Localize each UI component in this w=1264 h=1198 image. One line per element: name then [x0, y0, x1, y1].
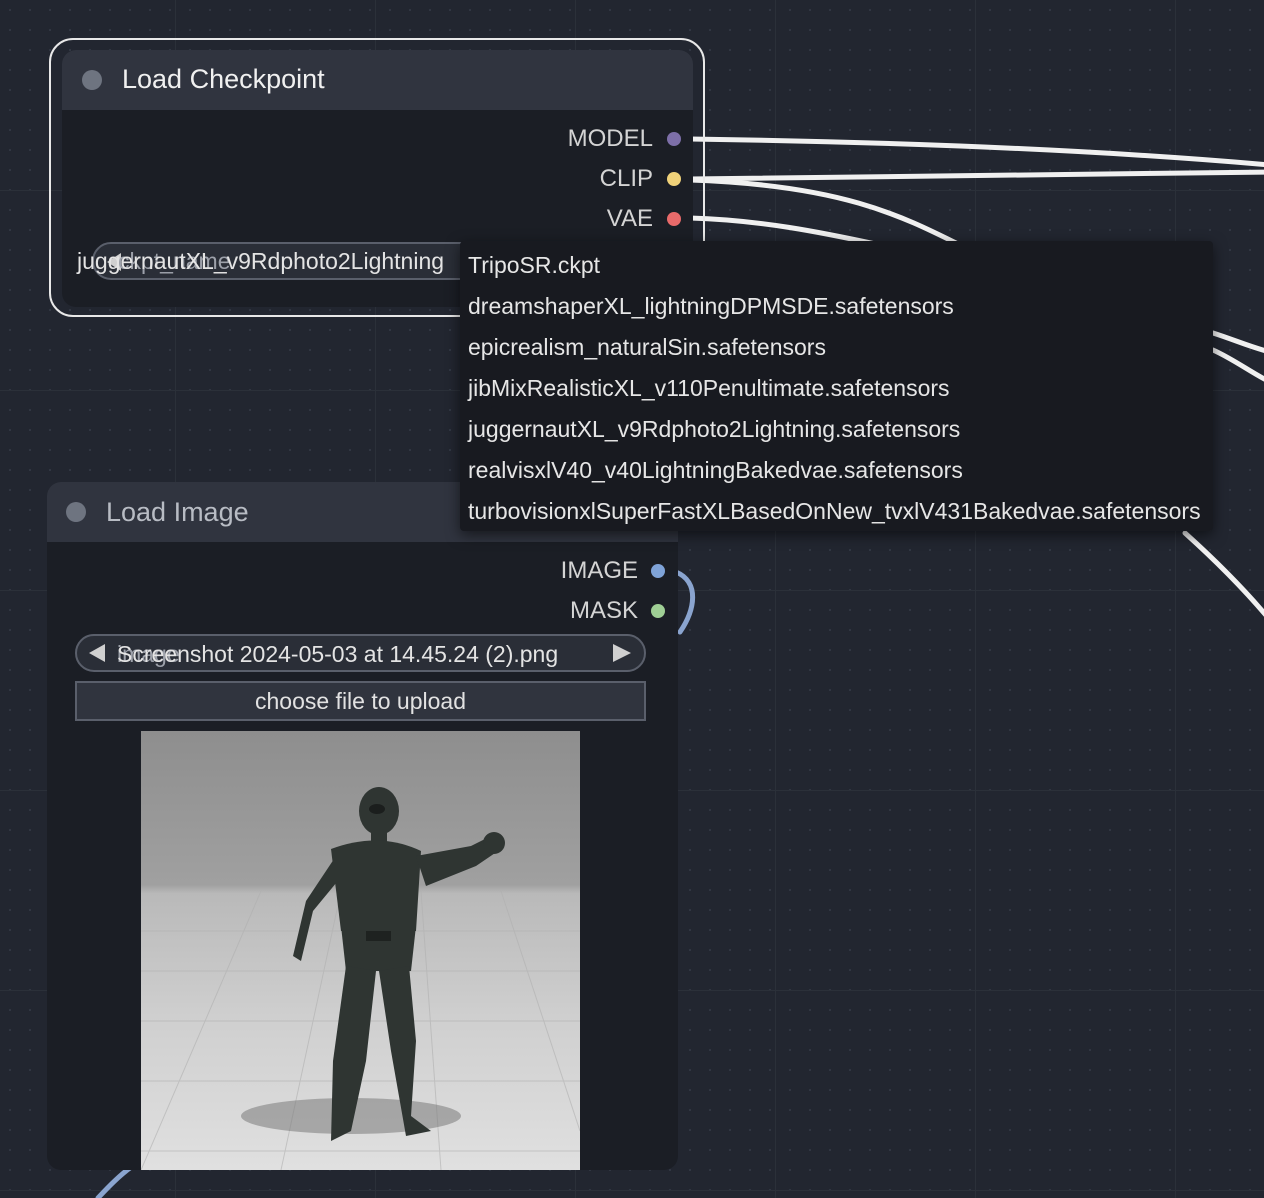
dropdown-item[interactable]: dreamshaperXL_lightningDPMSDE.safetensor… [468, 293, 954, 320]
mask-output-dot[interactable] [651, 604, 665, 618]
load-checkpoint-titlebar[interactable]: Load Checkpoint [62, 50, 693, 110]
model-link [687, 136, 1264, 167]
output-label-clip: CLIP [599, 165, 653, 192]
dropdown-item[interactable]: epicrealism_naturalSin.safetensors [468, 334, 826, 361]
preview-figure [141, 787, 580, 1170]
dropdown-item[interactable]: juggernautXL_v9Rdphoto2Lightning.safeten… [468, 416, 960, 443]
model-output-dot[interactable] [667, 132, 681, 146]
dropdown-item[interactable]: TripoSR.ckpt [468, 252, 600, 279]
collapse-dot-icon[interactable] [66, 502, 86, 522]
node-title: Load Image [106, 497, 249, 527]
ckpt-dropdown-menu[interactable]: TripoSR.ckpt dreamshaperXL_lightningDPMS… [460, 241, 1213, 531]
link-right-1 [1210, 330, 1264, 353]
ckpt-widget-value: juggernautXL_v9Rdphoto2Lightning [77, 248, 445, 274]
image-preview [141, 731, 580, 1170]
link-right-3 [1182, 530, 1264, 617]
upload-button[interactable]: choose file to upload [75, 681, 646, 721]
output-label-model: MODEL [567, 125, 653, 152]
output-label-mask: MASK [569, 597, 638, 624]
bottom-link [95, 1165, 133, 1198]
output-label-image: IMAGE [560, 557, 638, 584]
image-output-dot[interactable] [651, 564, 665, 578]
vae-output-dot[interactable] [667, 212, 681, 226]
combo-prev-arrow-icon[interactable] [89, 644, 105, 662]
node-title: Load Checkpoint [122, 64, 325, 94]
dropdown-item[interactable]: turbovisionxlSuperFastXLBasedOnNew_tvxlV… [468, 498, 1201, 525]
image-widget-value: Screenshot 2024-05-03 at 14.45.24 (2).pn… [117, 641, 559, 667]
combo-next-arrow-icon[interactable] [613, 644, 631, 662]
dropdown-item[interactable]: jibMixRealisticXL_v110Penultimate.safete… [468, 375, 950, 402]
image-link [673, 569, 696, 635]
output-label-vae: VAE [606, 205, 653, 232]
load-image-node[interactable]: Load Image IMAGE MASK image Screenshot 2… [47, 482, 678, 1170]
dropdown-item[interactable]: realvisxlV40_v40LightningBakedvae.safete… [468, 457, 963, 484]
link-right-2 [1210, 347, 1264, 382]
collapse-dot-icon[interactable] [82, 70, 102, 90]
clip-link-1 [687, 169, 1264, 182]
clip-output-dot[interactable] [667, 172, 681, 186]
